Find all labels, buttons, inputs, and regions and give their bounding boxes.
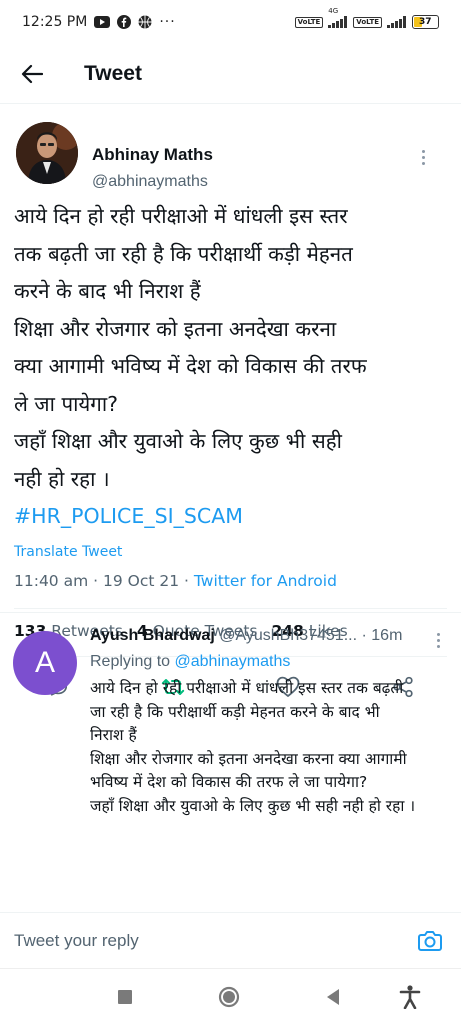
translate-tweet-link[interactable]: Translate Tweet bbox=[14, 544, 122, 560]
more-dot-icon bbox=[437, 639, 440, 642]
avatar-letter: A bbox=[34, 646, 55, 679]
more-notifications-icon: ··· bbox=[159, 14, 176, 30]
tweet-line: करने के बाद भी निराश हैं bbox=[14, 279, 201, 303]
replying-to: Replying to @abhinaymaths bbox=[90, 653, 290, 671]
volte-badge-2: VoLTE bbox=[353, 16, 382, 28]
tweet-line: नही हो रहा । bbox=[14, 466, 110, 491]
back-arrow-icon bbox=[21, 64, 43, 83]
reply-tweet[interactable]: A Ayush Bhardwaj @AyushBh37451... · 16m … bbox=[0, 612, 461, 912]
avatar[interactable] bbox=[16, 122, 78, 184]
reply-author-name[interactable]: Ayush Bhardwaj bbox=[90, 627, 215, 644]
reply-more-button[interactable] bbox=[437, 633, 443, 648]
tweet-line: क्या आगामी भविष्य में देश को विकास की तर… bbox=[14, 354, 367, 378]
back-nav-button[interactable] bbox=[319, 983, 347, 1011]
status-time: 12:25 PM bbox=[22, 14, 88, 30]
top-app-bar: Tweet bbox=[0, 44, 461, 104]
triangle-back-icon bbox=[327, 989, 339, 1005]
recent-apps-button[interactable] bbox=[111, 983, 139, 1011]
facebook-icon bbox=[117, 15, 132, 29]
youtube-icon bbox=[94, 16, 111, 28]
accessibility-icon bbox=[399, 985, 421, 1009]
tweet-line: शिक्षा और रोजगार को इतना अनदेखा करना bbox=[14, 316, 337, 341]
more-dot-icon bbox=[437, 645, 440, 648]
reply-text: आये दिन हो रही परीक्षाओ में धांधली इस स्… bbox=[90, 677, 450, 818]
reply-line: जहाँ शिक्षा और युवाओ के लिए कुछ भी सही न… bbox=[90, 796, 416, 815]
status-bar: 12:25 PM ··· VoLTE 4G VoLTE 37 bbox=[0, 0, 461, 44]
battery-icon: 37 bbox=[412, 15, 439, 29]
tweet-text: आये दिन हो रही परीक्षाओ में धांधली इस स्… bbox=[14, 198, 450, 536]
tweet-line: जहाँ शिक्षा और युवाओ के लिए कुछ भी सही bbox=[14, 429, 342, 453]
more-dot-icon bbox=[422, 162, 425, 165]
reply-line: निराश हैं bbox=[90, 726, 137, 744]
volte-badge: VoLTE bbox=[294, 16, 324, 28]
circle-icon bbox=[218, 986, 240, 1008]
author-name[interactable]: Abhinay Maths bbox=[92, 145, 213, 165]
basketball-icon bbox=[138, 15, 152, 29]
reply-header: Ayush Bhardwaj @AyushBh37451... · 16m bbox=[90, 627, 402, 645]
signal-icon-2 bbox=[387, 16, 407, 28]
replying-prefix: Replying to bbox=[90, 653, 175, 670]
square-icon bbox=[118, 990, 132, 1004]
more-dot-icon bbox=[422, 150, 425, 153]
more-dot-icon bbox=[437, 633, 440, 636]
camera-icon bbox=[418, 931, 442, 951]
accessibility-button[interactable] bbox=[396, 983, 424, 1011]
tweet-line: आये दिन हो रही परीक्षाओ में धांधली इस स्… bbox=[14, 204, 348, 228]
tweet-more-button[interactable] bbox=[422, 150, 428, 165]
page-title: Tweet bbox=[84, 61, 142, 85]
reply-line: शिक्षा और रोजगार को इतना अनदेखा करना क्य… bbox=[90, 749, 407, 768]
author-handle[interactable]: @abhinaymaths bbox=[92, 173, 208, 191]
reply-line: आये दिन हो रही परीक्षाओ में धांधली इस स्… bbox=[90, 679, 404, 697]
home-button[interactable] bbox=[215, 983, 243, 1011]
tweet-author[interactable]: Abhinay Maths @abhinaymaths bbox=[16, 122, 446, 190]
tweet-timestamp: 11:40 am · 19 Oct 21 · Twitter for Andro… bbox=[14, 572, 337, 590]
reply-line: जा रही है कि परीक्षार्थी कड़ी मेहनत करने… bbox=[90, 702, 380, 721]
tweet-time: 11:40 am · 19 Oct 21 · bbox=[14, 572, 194, 590]
reply-composer bbox=[0, 912, 461, 969]
reply-time: · 16m bbox=[357, 627, 403, 644]
tweet-line: तक बढ़ती जा रही है कि परीक्षार्थी कड़ी म… bbox=[14, 241, 353, 266]
reply-author-handle[interactable]: @AyushBh37451... bbox=[219, 627, 357, 644]
divider bbox=[14, 608, 447, 609]
reply-avatar[interactable]: A bbox=[13, 631, 77, 695]
tweet-source-link[interactable]: Twitter for Android bbox=[194, 572, 337, 590]
reply-line: भविष्य में देश को विकास की तरफ ले जा पाय… bbox=[90, 773, 368, 791]
reply-input[interactable] bbox=[0, 913, 400, 969]
signal-icon: 4G bbox=[328, 7, 348, 28]
hashtag-link[interactable]: #HR_POLICE_SI_SCAM bbox=[14, 498, 450, 536]
battery-level: 37 bbox=[419, 17, 432, 27]
tweet-line: ले जा पायेगा? bbox=[14, 391, 119, 416]
system-nav-bar bbox=[0, 968, 461, 1024]
back-button[interactable] bbox=[0, 44, 64, 104]
camera-button[interactable] bbox=[415, 926, 445, 956]
replying-to-link[interactable]: @abhinaymaths bbox=[175, 653, 291, 670]
more-dot-icon bbox=[422, 156, 425, 159]
